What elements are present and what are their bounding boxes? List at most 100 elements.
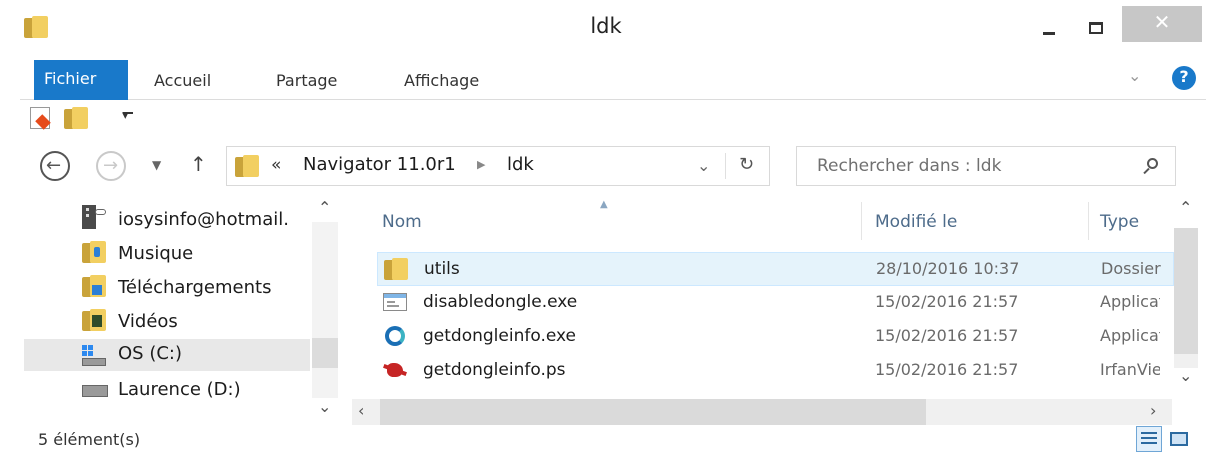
nav-scroll-up-button[interactable]: ⌃	[314, 198, 336, 222]
new-folder-icon[interactable]	[64, 106, 90, 130]
refresh-icon[interactable]: ↻	[739, 154, 754, 175]
nav-item-label: Téléchargements	[118, 277, 272, 298]
address-overflow[interactable]: «	[271, 155, 281, 175]
minimize-icon	[1043, 32, 1055, 35]
customize-toolbar-button[interactable]: ▾	[120, 106, 136, 128]
file-type: Application	[1100, 292, 1160, 311]
file-name: disabledongle.exe	[423, 292, 578, 312]
nav-item-telechargements[interactable]: Téléchargements	[76, 273, 334, 305]
file-list-scroll-up-button[interactable]: ⌃	[1174, 198, 1198, 224]
search-input[interactable]: Rechercher dans : ldk	[817, 156, 1001, 176]
file-list-vscrollbar[interactable]	[1174, 228, 1198, 368]
chevron-up-icon: ⌃	[318, 198, 332, 217]
nav-item-label: iosysinfo@hotmail.	[118, 209, 289, 230]
arrow-right-icon: →	[103, 155, 119, 176]
music-folder-icon	[82, 241, 106, 265]
tab-partage[interactable]: Partage	[276, 71, 337, 90]
file-row[interactable]: disabledongle.exe 15/02/2016 21:57 Appli…	[377, 286, 1174, 320]
address-history-button[interactable]: ⌄	[697, 156, 710, 175]
chevron-up-icon: ⌃	[1179, 198, 1193, 217]
file-list-vscrollbar-thumb[interactable]	[1174, 228, 1198, 354]
folder-icon	[384, 258, 410, 282]
maximize-button[interactable]	[1076, 8, 1116, 46]
column-divider	[1088, 202, 1089, 240]
arrow-up-icon: ↑	[190, 152, 207, 176]
nav-scrollbar-thumb[interactable]	[312, 338, 338, 368]
file-type: Dossier	[1101, 259, 1161, 278]
recent-locations-button[interactable]: ▼	[148, 158, 168, 178]
close-button[interactable]: ✕	[1122, 6, 1202, 42]
search-box[interactable]: Rechercher dans : ldk	[796, 146, 1176, 186]
window-title: ldk	[590, 14, 622, 38]
search-icon[interactable]	[1143, 158, 1159, 175]
sort-indicator-icon: ▲	[600, 199, 608, 210]
column-header-modified[interactable]: Modifié le	[875, 212, 957, 232]
breadcrumb-separator-icon[interactable]: ▶	[477, 158, 485, 171]
file-list-hscrollbar[interactable]: ‹ ›	[352, 399, 1172, 425]
arrow-left-icon: ←	[46, 155, 62, 176]
file-name: utils	[424, 259, 460, 279]
file-modified: 15/02/2016 21:57	[875, 326, 1019, 345]
exe-icon	[383, 293, 407, 311]
file-modified: 15/02/2016 21:57	[875, 360, 1019, 379]
file-type: Application	[1100, 326, 1160, 345]
dropdown-arrow-icon: ▼	[152, 158, 162, 172]
nav-item-musique[interactable]: Musique	[76, 239, 334, 271]
chevron-down-icon: ⌄	[1128, 66, 1142, 85]
file-list-hscrollbar-thumb[interactable]	[380, 399, 926, 425]
column-header-name[interactable]: Nom	[382, 212, 422, 232]
file-row[interactable]: getdongleinfo.ps 15/02/2016 21:57 IrfanV…	[377, 354, 1174, 388]
chevron-down-icon: ⌄	[1179, 366, 1193, 385]
properties-icon[interactable]	[30, 107, 51, 130]
address-bar[interactable]: « Navigator 11.0r1 ▶ ldk ⌄ ↻	[226, 146, 770, 186]
back-button[interactable]: ←	[40, 151, 70, 181]
file-type: IrfanView	[1100, 360, 1160, 379]
status-item-count: 5 élément(s)	[38, 430, 141, 449]
tab-accueil[interactable]: Accueil	[154, 71, 211, 90]
maximize-icon	[1089, 22, 1103, 34]
chevron-down-icon: ⌄	[318, 397, 332, 416]
details-view-icon	[1141, 431, 1157, 447]
large-icons-view-button[interactable]	[1166, 426, 1192, 452]
help-icon: ?	[1179, 67, 1189, 86]
column-divider	[861, 202, 862, 240]
app-logo-icon	[385, 326, 405, 346]
nav-item-os-c[interactable]: OS (C:)	[24, 339, 310, 371]
breadcrumb-navigator[interactable]: Navigator 11.0r1	[303, 154, 456, 175]
large-icons-view-icon	[1170, 432, 1188, 446]
details-view-button[interactable]	[1136, 426, 1162, 452]
address-divider	[725, 153, 726, 179]
forward-button[interactable]: →	[96, 151, 126, 181]
nav-item-videos[interactable]: Vidéos	[76, 307, 334, 339]
nav-scroll-down-button[interactable]: ⌄	[314, 397, 336, 421]
nav-item-onedrive[interactable]: iosysinfo@hotmail.	[76, 205, 334, 237]
quick-access-toolbar: ▾	[20, 100, 220, 136]
title-bar: ldk ✕	[0, 0, 1212, 56]
onedrive-icon	[82, 205, 106, 231]
file-name: getdongleinfo.exe	[423, 326, 576, 346]
column-header-type[interactable]: Type	[1100, 212, 1139, 232]
tab-fichier-label: Fichier	[44, 69, 97, 88]
nav-item-label: Laurence (D:)	[118, 379, 241, 400]
expand-ribbon-button[interactable]: ⌄	[1126, 66, 1148, 89]
file-modified: 28/10/2016 10:37	[876, 259, 1020, 278]
drive-icon	[82, 385, 108, 397]
minimize-button[interactable]	[1032, 8, 1066, 46]
file-list-scroll-down-button[interactable]: ⌄	[1174, 366, 1198, 394]
up-button[interactable]: ↑	[186, 152, 212, 180]
file-row[interactable]: utils 28/10/2016 10:37 Dossier	[377, 252, 1174, 286]
scroll-right-icon[interactable]: ›	[1150, 401, 1156, 420]
help-button[interactable]: ?	[1172, 66, 1196, 90]
address-folder-icon	[235, 154, 259, 180]
tab-fichier[interactable]: Fichier	[34, 60, 128, 100]
videos-folder-icon	[82, 309, 106, 333]
file-row[interactable]: getdongleinfo.exe 15/02/2016 21:57 Appli…	[377, 320, 1174, 354]
scroll-left-icon[interactable]: ‹	[358, 401, 364, 420]
nav-scrollbar[interactable]	[312, 222, 338, 398]
breadcrumb-ldk[interactable]: ldk	[507, 154, 534, 175]
irfanview-icon	[383, 359, 407, 381]
dropdown-arrow-icon: ▾	[122, 108, 129, 123]
nav-item-laurence-d[interactable]: Laurence (D:)	[76, 375, 334, 407]
tab-affichage[interactable]: Affichage	[404, 71, 479, 90]
file-modified: 15/02/2016 21:57	[875, 292, 1019, 311]
